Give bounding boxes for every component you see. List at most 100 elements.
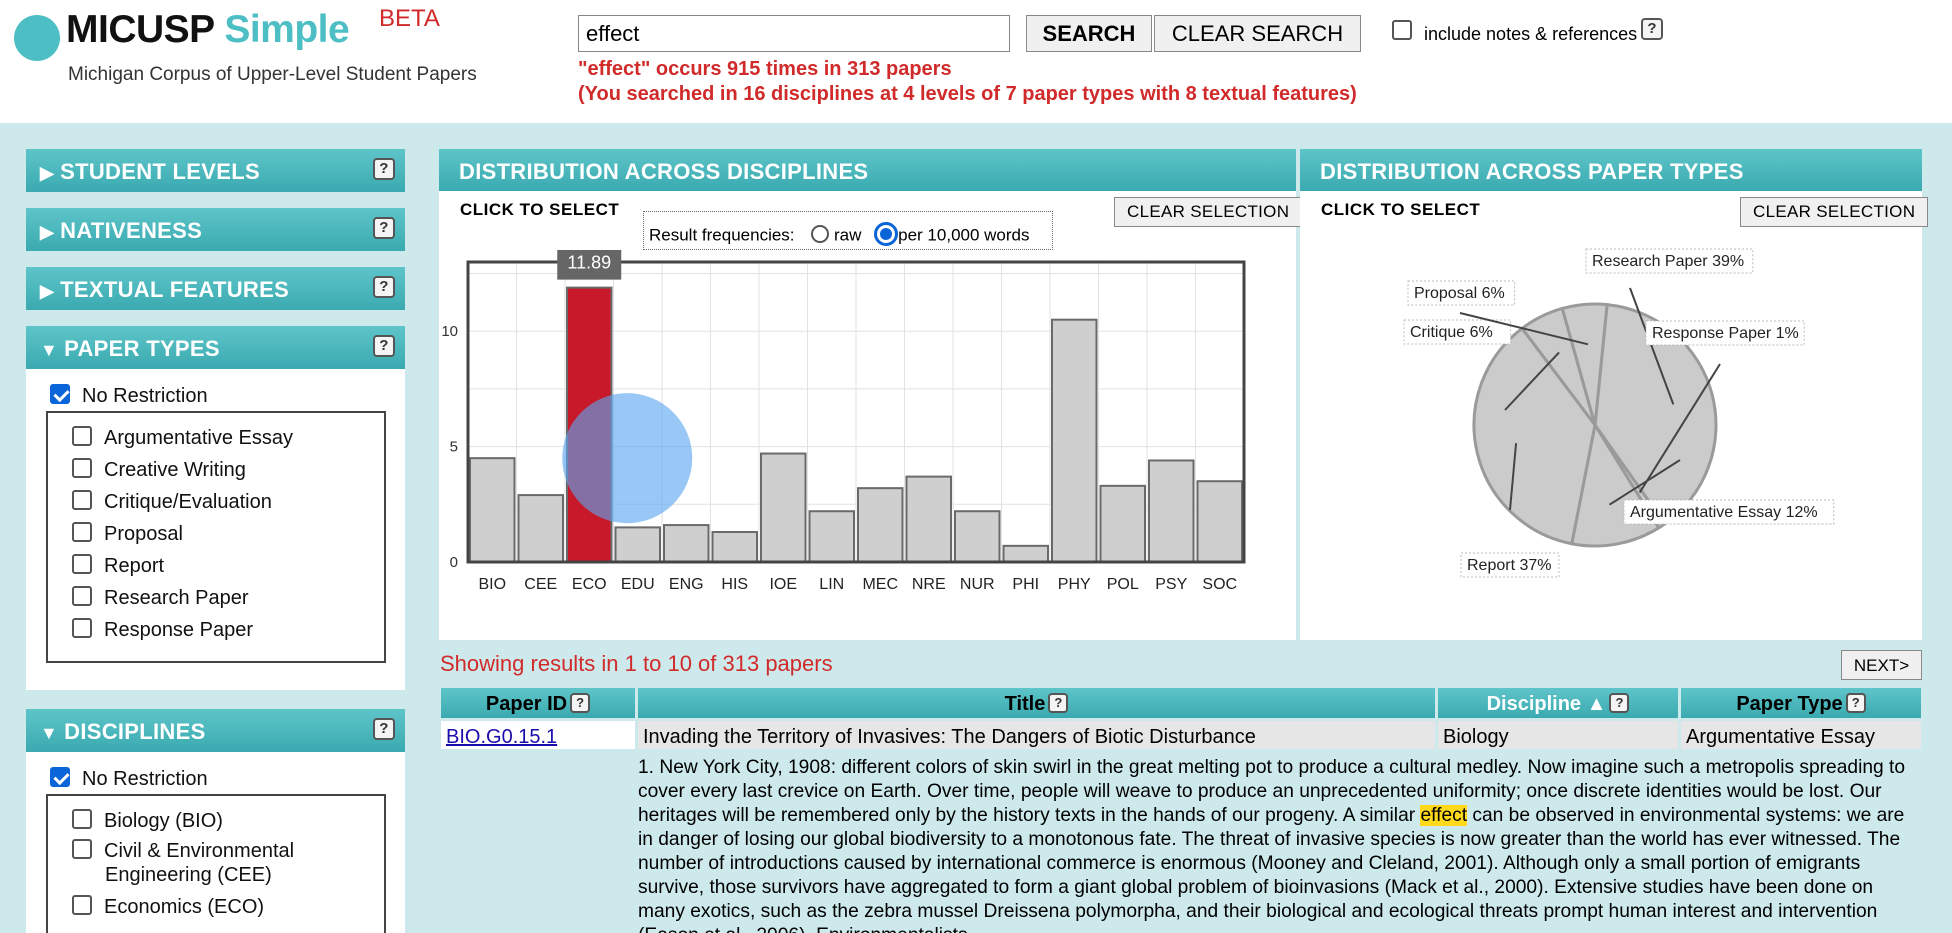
cell-paper-type: Argumentative Essay bbox=[1681, 721, 1921, 749]
help-icon[interactable]: ? bbox=[373, 276, 395, 298]
help-icon[interactable]: ? bbox=[373, 158, 395, 180]
paper-types-header[interactable]: ▼ PAPER TYPES ? bbox=[26, 326, 405, 369]
cursor-click-indicator bbox=[562, 393, 693, 524]
per-10000-radio[interactable] bbox=[874, 222, 899, 246]
nativeness-header[interactable]: ▶ NATIVENESS ? bbox=[26, 208, 405, 251]
next-button[interactable]: NEXT> bbox=[1841, 650, 1922, 680]
bar-phi[interactable] bbox=[1002, 544, 1049, 564]
nativeness-title: NATIVENESS bbox=[60, 218, 203, 243]
pie-label: Argumentative Essay 12% bbox=[1630, 504, 1818, 521]
search-input[interactable] bbox=[578, 15, 1010, 52]
help-icon[interactable]: ? bbox=[570, 693, 591, 713]
paper-type-option[interactable]: Report bbox=[72, 553, 164, 578]
help-icon[interactable]: ? bbox=[1845, 693, 1866, 713]
checkbox-icon[interactable] bbox=[72, 808, 92, 829]
discipline-option[interactable]: Biology (BIO) bbox=[72, 808, 223, 833]
textual-features-title: TEXTUAL FEATURES bbox=[60, 277, 290, 302]
checkbox-icon[interactable] bbox=[72, 489, 92, 510]
bar-soc[interactable] bbox=[1196, 480, 1243, 564]
help-icon[interactable]: ? bbox=[1048, 693, 1069, 713]
option-label: No Restriction bbox=[82, 385, 208, 407]
checkbox-icon[interactable] bbox=[72, 521, 92, 542]
bar-ioe[interactable] bbox=[760, 452, 807, 564]
paper-type-option[interactable]: Proposal bbox=[72, 521, 183, 546]
bar-phy[interactable] bbox=[1051, 318, 1098, 563]
x-tick-label: NRE bbox=[912, 576, 946, 593]
student-levels-header[interactable]: ▶ STUDENT LEVELS ? bbox=[26, 149, 405, 192]
option-label: Critique/Evaluation bbox=[104, 491, 272, 513]
bar-cee[interactable] bbox=[517, 494, 564, 563]
bar-eng[interactable] bbox=[663, 524, 710, 564]
checkbox-icon[interactable] bbox=[72, 585, 92, 606]
disciplines-no-restriction[interactable]: No Restriction bbox=[50, 766, 208, 791]
paper-types-pie-chart[interactable]: Research Paper 39% Response Paper 1% Argum… bbox=[1300, 240, 1922, 610]
bar-edu[interactable] bbox=[614, 526, 661, 563]
checkbox-checked-icon[interactable] bbox=[50, 383, 70, 404]
help-icon[interactable]: ? bbox=[1609, 693, 1630, 713]
paper-type-option[interactable]: Critique/Evaluation bbox=[72, 489, 272, 514]
bar-bio[interactable] bbox=[469, 457, 516, 563]
logo-subtitle: Michigan Corpus of Upper-Level Student P… bbox=[68, 64, 477, 85]
cell-title: Invading the Territory of Invasives: The… bbox=[638, 721, 1435, 749]
paper-id-link[interactable]: BIO.G0.15.1 bbox=[446, 726, 557, 748]
paper-type-option[interactable]: Research Paper bbox=[72, 585, 249, 610]
search-scope-summary: (You searched in 16 disciplines at 4 lev… bbox=[578, 83, 1357, 105]
search-button[interactable]: SEARCH bbox=[1026, 15, 1152, 52]
raw-radio[interactable] bbox=[811, 225, 830, 243]
discipline-option[interactable]: Civil & Environmental bbox=[72, 838, 294, 863]
option-label: No Restriction bbox=[82, 768, 208, 790]
bar-nur[interactable] bbox=[954, 510, 1001, 564]
paper-type-option[interactable]: Argumentative Essay bbox=[72, 425, 293, 450]
include-notes-checkbox[interactable] bbox=[1392, 20, 1412, 40]
paper-types-no-restriction[interactable]: No Restriction bbox=[50, 383, 208, 408]
discipline-option-continued: Engineering (CEE) bbox=[105, 864, 272, 887]
bar-mec[interactable] bbox=[857, 487, 904, 563]
checkbox-checked-icon[interactable] bbox=[50, 766, 70, 787]
column-header-title[interactable]: Title? bbox=[638, 688, 1435, 718]
disciplines-header[interactable]: ▼ DISCIPLINES ? bbox=[26, 709, 405, 752]
bar-lin[interactable] bbox=[808, 510, 855, 564]
column-header-paper-type[interactable]: Paper Type? bbox=[1681, 688, 1921, 718]
bar-his[interactable] bbox=[711, 531, 758, 563]
logo-circle-icon bbox=[14, 15, 60, 61]
y-tick-label: 5 bbox=[450, 439, 458, 456]
help-icon[interactable]: ? bbox=[373, 217, 395, 239]
textual-features-header[interactable]: ▶ TEXTUAL FEATURES ? bbox=[26, 267, 405, 310]
discipline-option[interactable]: Economics (ECO) bbox=[72, 894, 265, 919]
x-tick-label: CEE bbox=[524, 576, 557, 593]
help-icon[interactable]: ? bbox=[373, 335, 395, 357]
expand-arrow-icon: ▶ bbox=[40, 222, 55, 242]
checkbox-icon[interactable] bbox=[72, 457, 92, 478]
occurrence-summary: "effect" occurs 915 times in 313 papers bbox=[578, 58, 952, 80]
x-tick-label: IOE bbox=[769, 576, 797, 593]
result-frequencies-control: Result frequencies: raw per 10,000 words bbox=[643, 211, 1053, 250]
bar-nre[interactable] bbox=[905, 475, 952, 563]
help-icon[interactable]: ? bbox=[1641, 18, 1663, 40]
bar-psy[interactable] bbox=[1148, 459, 1195, 563]
clear-search-button[interactable]: CLEAR SEARCH bbox=[1154, 15, 1361, 52]
checkbox-icon[interactable] bbox=[72, 894, 92, 915]
clear-selection-button[interactable]: CLEAR SELECTION bbox=[1740, 197, 1929, 227]
bar-pol[interactable] bbox=[1099, 484, 1146, 564]
checkbox-icon[interactable] bbox=[72, 617, 92, 638]
pie-label: Proposal 6% bbox=[1414, 285, 1505, 302]
clear-selection-button[interactable]: CLEAR SELECTION bbox=[1114, 197, 1303, 227]
results-summary: Showing results in 1 to 10 of 313 papers bbox=[440, 651, 833, 676]
x-tick-label: ENG bbox=[669, 576, 704, 593]
x-tick-label: NUR bbox=[960, 576, 995, 593]
logo[interactable]: MICUSP Simple bbox=[66, 8, 350, 52]
column-header-discipline[interactable]: Discipline ▲? bbox=[1438, 688, 1678, 718]
disciplines-bar-chart[interactable]: 0 5 10 BIO CEE ECO EDU ENG HIS IOE LIN MEC NRE NUR PHI… bbox=[439, 250, 1296, 600]
paper-type-option[interactable]: Response Paper bbox=[72, 617, 253, 642]
checkbox-icon[interactable] bbox=[72, 838, 92, 859]
cell-paper-id: BIO.G0.15.1 bbox=[441, 721, 635, 749]
expand-arrow-icon: ▶ bbox=[40, 163, 55, 183]
column-header-paper-id[interactable]: Paper ID? bbox=[441, 688, 635, 718]
option-label: Economics (ECO) bbox=[104, 896, 265, 918]
paper-type-option[interactable]: Creative Writing bbox=[72, 457, 246, 482]
checkbox-icon[interactable] bbox=[72, 425, 92, 446]
help-icon[interactable]: ? bbox=[373, 718, 395, 740]
page-header: MICUSP Simple BETA Michigan Corpus of Up… bbox=[0, 0, 1952, 123]
checkbox-icon[interactable] bbox=[72, 553, 92, 574]
column-label: Title bbox=[1004, 693, 1046, 715]
